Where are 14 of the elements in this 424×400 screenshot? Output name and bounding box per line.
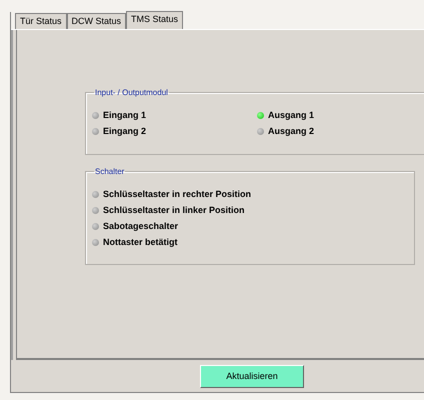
status-label: Ausgang 2	[268, 126, 314, 136]
status-label: Ausgang 1	[268, 110, 314, 120]
status-label: Schlüsseltaster in rechter Position	[103, 189, 252, 199]
group-title: Schalter	[94, 167, 126, 176]
status-label: Nottaster betätigt	[103, 237, 178, 247]
status-label: Eingang 2	[103, 126, 146, 136]
group-title: Input- / Outputmodul	[94, 88, 169, 97]
refresh-button[interactable]: Aktualisieren	[200, 364, 304, 388]
tab[interactable]: TMS Status	[126, 11, 184, 29]
tab[interactable]: Tür Status	[15, 13, 67, 29]
status-label: Sabotageschalter	[103, 221, 178, 231]
status-label: Schlüsseltaster in linker Position	[103, 205, 245, 215]
status-label: Eingang 1	[103, 110, 146, 120]
tab[interactable]: DCW Status	[66, 13, 126, 29]
